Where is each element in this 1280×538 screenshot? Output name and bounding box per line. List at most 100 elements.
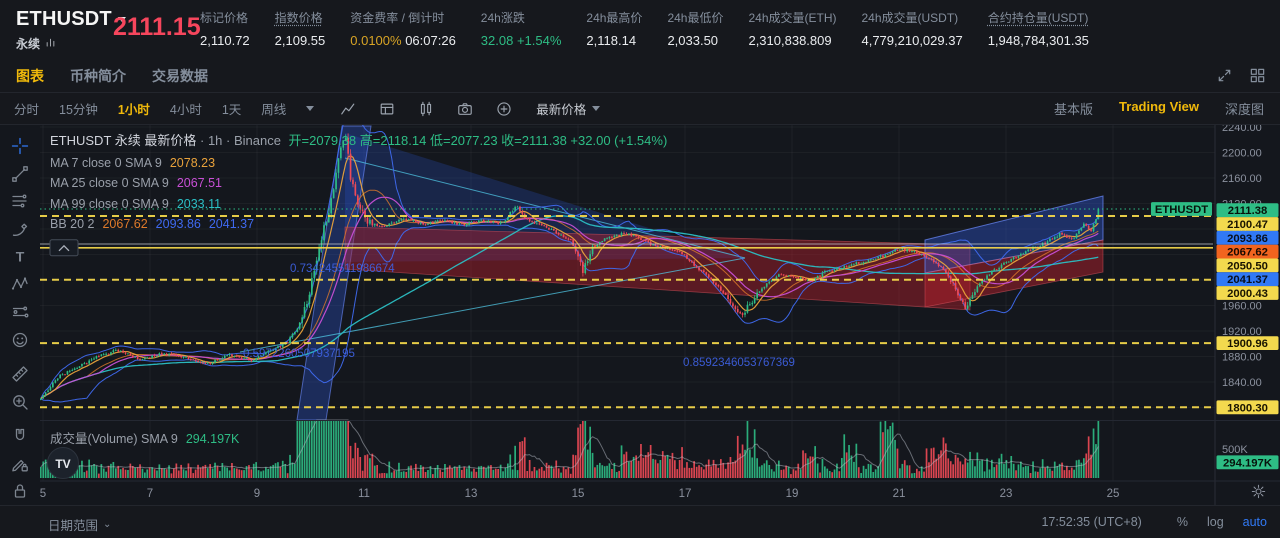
line-chart-icon[interactable] [340, 101, 356, 117]
stat-资金费率 / 倒计时: 资金费率 / 倒计时0.0100% 06:07:26 [350, 9, 456, 48]
time-tick: 5 [40, 488, 46, 500]
price-tick: 2240.00 [1222, 125, 1262, 134]
time-tick: 17 [679, 488, 692, 500]
chart-tool-icons [340, 101, 512, 117]
panel-icon[interactable] [379, 101, 395, 117]
time-tick: 11 [358, 488, 370, 500]
time-tick: 19 [786, 488, 799, 500]
stat-24h成交量(USDT): 24h成交量(USDT)4,779,210,029.37 [861, 9, 962, 48]
interval-1天[interactable]: 1天 [222, 99, 241, 118]
text-icon[interactable]: T [0, 243, 40, 271]
drawing-toolbar: T [0, 125, 40, 505]
crosshair-icon[interactable] [0, 132, 40, 160]
price-badge: 2111.38 [1228, 205, 1268, 217]
instrument-header: ETHUSDT 永续 2111.15 标记价格2,110.72指数价格2,109… [0, 0, 1280, 60]
tradingview-logo[interactable]: TV [48, 448, 79, 479]
brush-icon[interactable] [0, 215, 40, 243]
stat-24h最低价: 24h最低价2,033.50 [667, 9, 723, 48]
price-tick: 1840.00 [1222, 377, 1262, 389]
svg-text:T: T [16, 248, 25, 264]
trendline-icon[interactable] [0, 160, 40, 188]
date-range-label: 日期范围 [48, 515, 98, 534]
date-range-dropdown[interactable]: 日期范围 ⌄ [48, 515, 111, 534]
time-tick: 23 [1000, 488, 1013, 500]
price-badge: 2067.62 [1227, 247, 1268, 259]
interval-周线[interactable]: 周线 [261, 99, 286, 118]
fib-lines-icon[interactable] [0, 187, 40, 215]
market-stats: 标记价格2,110.72指数价格2,109.55资金费率 / 倒计时0.0100… [200, 9, 1276, 48]
time-tick: 25 [1107, 488, 1120, 500]
emoji-icon[interactable] [0, 326, 40, 354]
stat-合约持仓量(USDT): 合约持仓量(USDT)1,948,784,301.35 [988, 9, 1089, 48]
time-tick: 7 [147, 488, 153, 500]
interval-group: 分时 15分钟 1小时 4小时 1天 周线 [14, 99, 306, 118]
projection-icon[interactable] [0, 298, 40, 326]
log-scale-toggle[interactable]: log [1207, 515, 1224, 529]
price-badge: 2050.50 [1227, 260, 1268, 272]
expand-icon[interactable] [1216, 67, 1233, 89]
draw-lock-icon[interactable] [0, 450, 40, 478]
price-tick: 1960.00 [1222, 301, 1262, 313]
percent-scale-toggle[interactable]: % [1177, 515, 1188, 529]
interval-分时[interactable]: 分时 [14, 99, 39, 118]
price-tick: 1880.00 [1222, 352, 1262, 364]
time-tick: 21 [893, 488, 906, 500]
interval-chevron-down-icon[interactable] [306, 106, 314, 111]
page-tabs: 图表 币种简介 交易数据 [0, 60, 1280, 93]
tab-币种简介[interactable]: 币种简介 [70, 66, 126, 86]
fib-annotation: 0.734245511986674 [290, 263, 395, 275]
chevron-down-icon [592, 106, 600, 111]
chevron-down-icon: ⌄ [103, 519, 111, 530]
last-price: 2111.15 [113, 13, 201, 42]
price-badge: 2041.37 [1227, 274, 1268, 286]
lock-all-icon[interactable] [0, 477, 40, 505]
stat-24h成交量(ETH): 24h成交量(ETH)2,310,838.809 [748, 9, 836, 48]
fib-annotation: 0.5972260507937195 [243, 348, 355, 360]
magnet-icon[interactable] [0, 422, 40, 450]
contract-bars-icon [45, 37, 56, 51]
time-tick: 13 [465, 488, 478, 500]
time-tick: 9 [254, 488, 260, 500]
view-mode-深度图[interactable]: 深度图 [1225, 99, 1264, 118]
bottom-bar: 日期范围 ⌄ 17:52:35 (UTC+8) % log auto [0, 505, 1280, 538]
price-badge: 2100.47 [1227, 219, 1268, 231]
gear-icon[interactable] [1251, 484, 1266, 499]
price-chart[interactable]: 0.7342455119866740.85923460537673690.597… [0, 125, 1280, 505]
view-mode-Trading View[interactable]: Trading View [1119, 99, 1199, 118]
price-badge: 294.197K [1223, 457, 1273, 469]
view-mode-group: 基本版 Trading View 深度图 [1054, 99, 1264, 118]
interval-1小时[interactable]: 1小时 [118, 99, 150, 118]
price-badge: 2093.86 [1227, 233, 1268, 245]
time-tick: 15 [572, 488, 585, 500]
view-mode-基本版[interactable]: 基本版 [1054, 99, 1093, 118]
svg-text:TV: TV [55, 457, 70, 471]
ruler-icon[interactable] [0, 360, 40, 388]
market-type-label: 永续 [16, 35, 40, 52]
symbol-name: ETHUSDT [16, 8, 112, 31]
interval-4小时[interactable]: 4小时 [170, 99, 202, 118]
volume-tick: 500K [1222, 444, 1248, 456]
chart-area: 0.7342455119866740.85923460537673690.597… [0, 125, 1280, 505]
clock-utc-label[interactable]: 17:52:35 (UTC+8) [1041, 515, 1141, 529]
tab-交易数据[interactable]: 交易数据 [152, 66, 208, 86]
zoom-in-icon[interactable] [0, 388, 40, 416]
price-line-handle[interactable] [50, 240, 78, 256]
grid-layout-icon[interactable] [1249, 67, 1266, 89]
price-mode-label: 最新价格 [536, 99, 586, 118]
price-tick: 2200.00 [1222, 148, 1262, 160]
xabcd-pattern-icon[interactable] [0, 271, 40, 299]
price-tick: 2160.00 [1222, 173, 1262, 185]
camera-icon[interactable] [457, 101, 473, 117]
plus-circle-icon[interactable] [496, 101, 512, 117]
price-badge: 1900.96 [1227, 338, 1268, 350]
interval-15分钟[interactable]: 15分钟 [59, 99, 98, 118]
stat-标记价格: 标记价格2,110.72 [200, 9, 250, 48]
symbol-selector[interactable]: ETHUSDT 永续 [16, 8, 126, 52]
price-mode-dropdown[interactable]: 最新价格 [536, 99, 600, 118]
candles-icon[interactable] [418, 101, 434, 117]
auto-scale-toggle[interactable]: auto [1243, 515, 1267, 529]
stat-24h涨跌: 24h涨跌32.08 +1.54% [481, 9, 562, 48]
price-badge: 2000.43 [1227, 288, 1268, 300]
price-badge: ETHUSDT [1155, 204, 1208, 216]
tab-图表[interactable]: 图表 [16, 66, 44, 86]
